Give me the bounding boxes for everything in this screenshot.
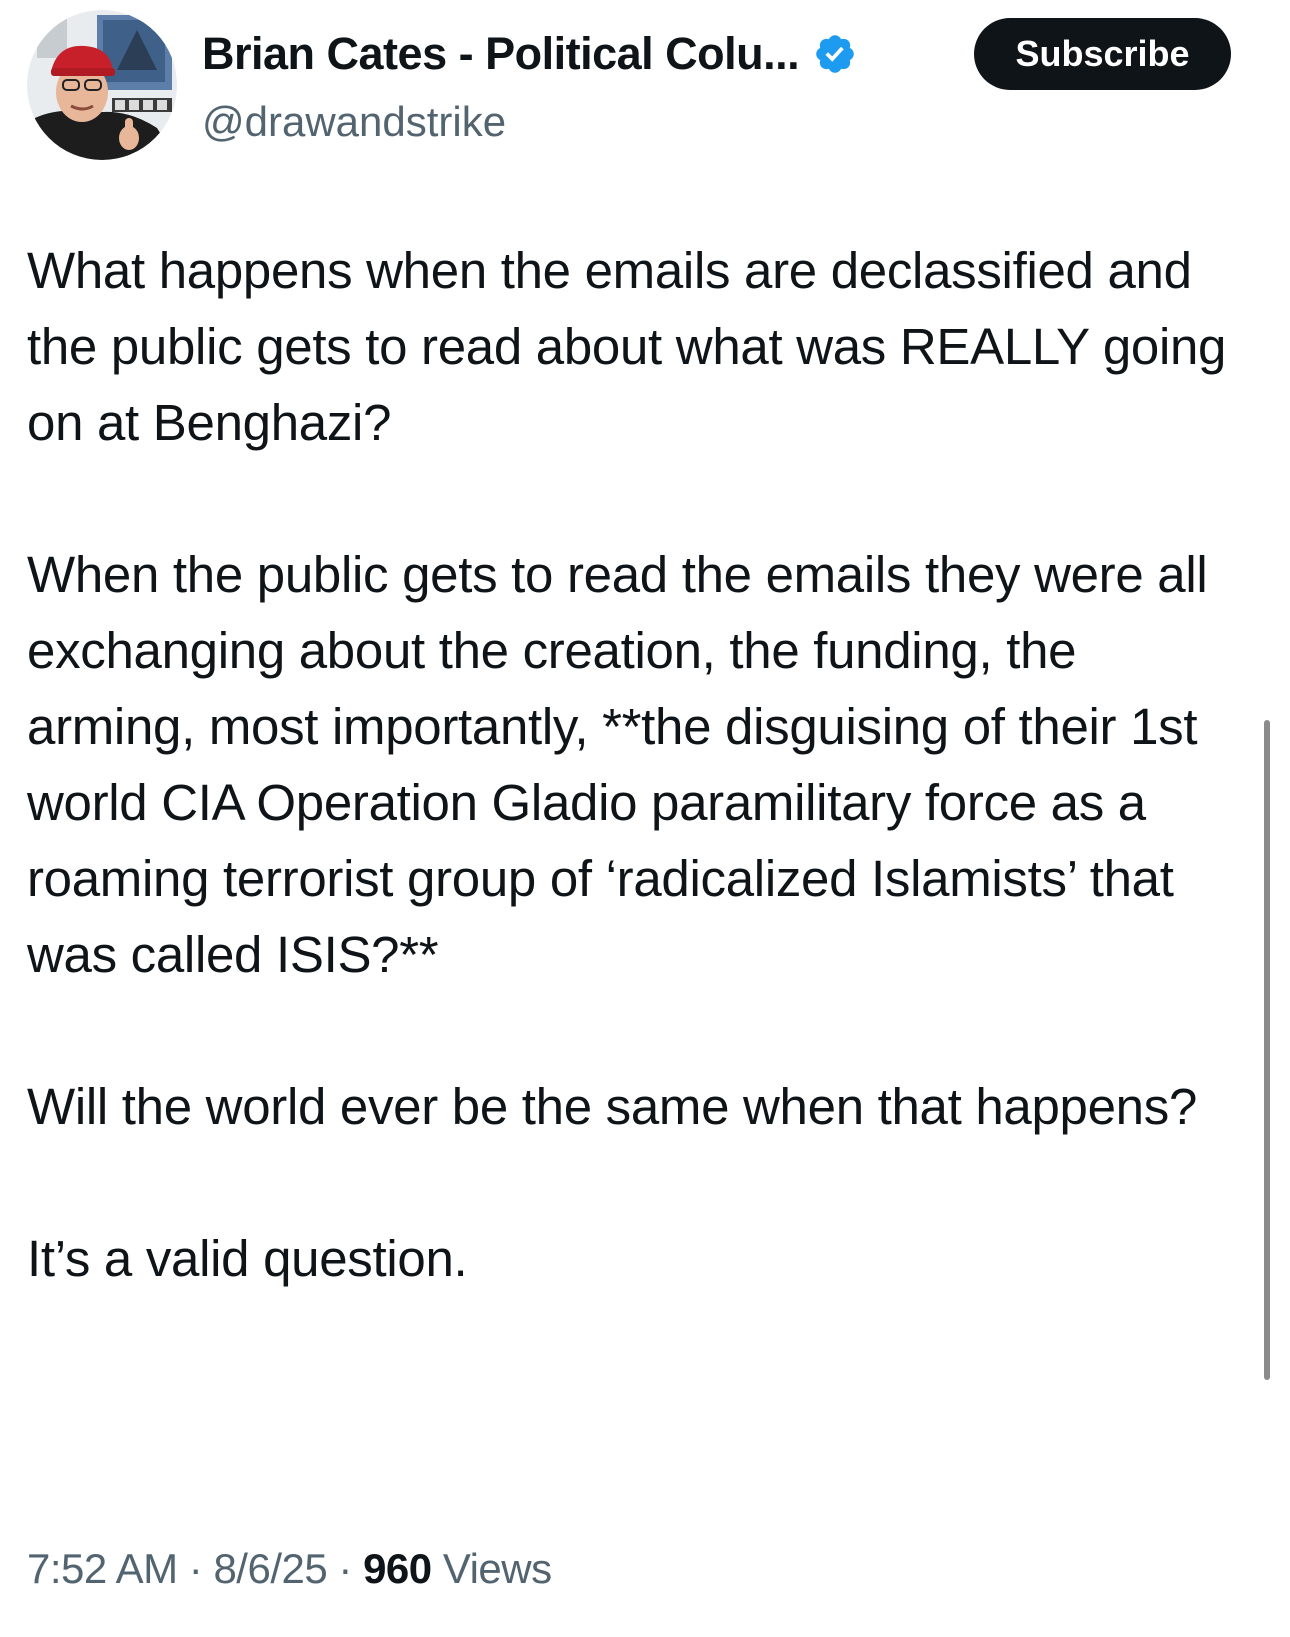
tweet-paragraph: Will the world ever be the same when tha… bbox=[27, 1078, 1198, 1135]
meta-separator: · bbox=[338, 1545, 352, 1592]
avatar[interactable] bbox=[27, 10, 177, 160]
author-handle[interactable]: @drawandstrike bbox=[202, 98, 506, 146]
tweet-paragraph: When the public gets to read the emails … bbox=[27, 546, 1208, 983]
tweet-paragraph: What happens when the emails are declass… bbox=[27, 242, 1227, 451]
tweet-header: Brian Cates - Political Colu... @drawand… bbox=[27, 10, 1263, 160]
verified-badge-icon bbox=[813, 32, 857, 76]
scrollbar[interactable] bbox=[1264, 720, 1270, 1380]
tweet-text: What happens when the emails are declass… bbox=[27, 233, 1237, 1297]
tweet-time[interactable]: 7:52 AM bbox=[27, 1545, 178, 1592]
avatar-image bbox=[27, 10, 177, 160]
views-label[interactable]: Views bbox=[443, 1545, 552, 1592]
subscribe-button[interactable]: Subscribe bbox=[974, 18, 1231, 90]
meta-separator: · bbox=[188, 1545, 203, 1592]
tweet-paragraph: It’s a valid question. bbox=[27, 1230, 468, 1287]
tweet-metadata: 7:52 AM · 8/6/25 · 960 Views bbox=[27, 1545, 552, 1593]
tweet-date[interactable]: 8/6/25 bbox=[213, 1545, 327, 1592]
views-count[interactable]: 960 bbox=[363, 1545, 432, 1592]
author-display-name[interactable]: Brian Cates - Political Colu... bbox=[202, 28, 800, 80]
author-name-row[interactable]: Brian Cates - Political Colu... bbox=[202, 28, 857, 80]
